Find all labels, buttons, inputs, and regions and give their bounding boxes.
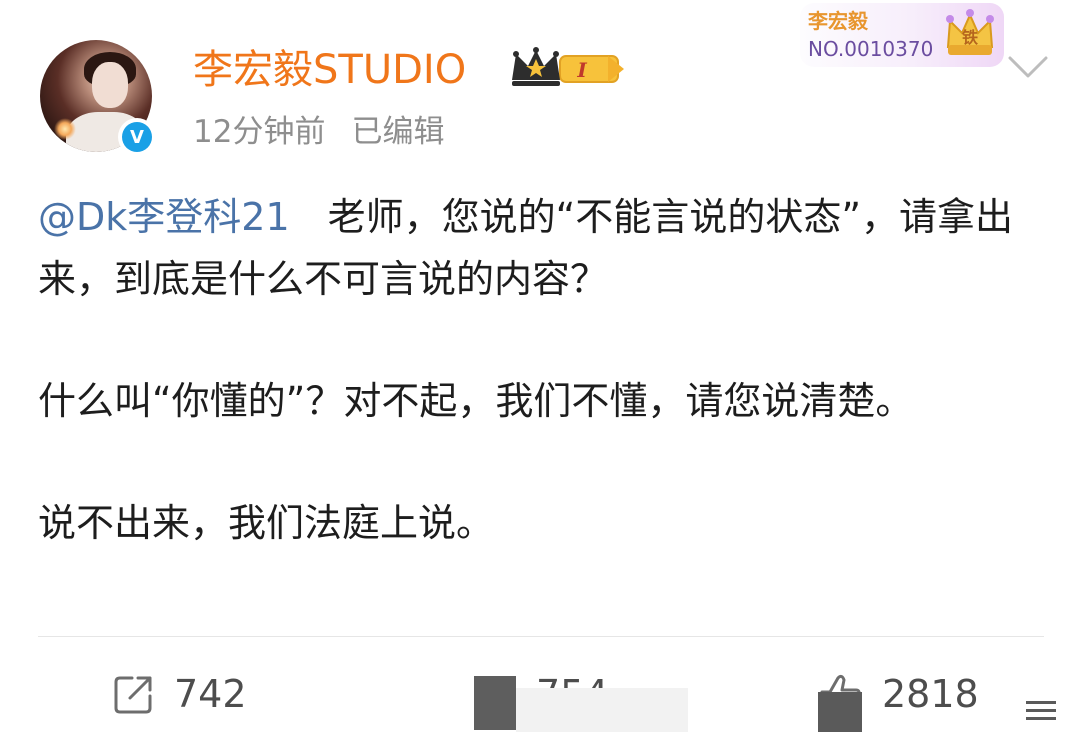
post-paragraph-1: @Dk李登科21 老师，您说的“不能言说的状态”，请拿出来，到底是什么不可言说的内…	[38, 186, 1048, 310]
chevron-down-icon[interactable]	[1006, 52, 1050, 82]
fan-card[interactable]: 李宏毅 NO.0010370 铁	[800, 3, 1004, 67]
avatar-sparkler	[54, 118, 76, 140]
share-square-icon	[114, 676, 152, 714]
overlay-block	[474, 676, 516, 730]
vip-level-text: I	[576, 58, 587, 82]
overlay-bar	[516, 688, 688, 732]
vip-crown-icon[interactable]: I	[510, 46, 626, 90]
verified-icon: V	[122, 122, 152, 152]
edited-label[interactable]: 已编辑	[351, 114, 444, 150]
fan-badge-text: 铁	[962, 28, 978, 47]
avatar-face	[92, 62, 128, 108]
overlay-block-2	[818, 692, 862, 732]
fan-crown-icon: 铁	[946, 9, 994, 55]
menu-lines-icon[interactable]	[1024, 698, 1058, 724]
fan-card-name: 李宏毅	[808, 9, 868, 33]
like-count: 2818	[882, 672, 979, 716]
author-name[interactable]: 李宏毅STUDIO	[193, 42, 466, 98]
post-meta: 12分钟前 已编辑	[193, 110, 444, 154]
repost-count: 742	[174, 672, 247, 716]
post-paragraph-2: 什么叫“你懂的”？对不起，我们不懂，请您说清楚。	[38, 379, 914, 423]
post-time: 12分钟前	[193, 114, 326, 150]
mention-link[interactable]: @Dk李登科21	[38, 195, 290, 239]
verified-badge: V	[118, 118, 156, 156]
action-divider	[38, 636, 1044, 637]
post-paragraph-3: 说不出来，我们法庭上说。	[38, 501, 495, 545]
repost-button[interactable]: 742	[112, 664, 247, 724]
post-content: @Dk李登科21 老师，您说的“不能言说的状态”，请拿出来，到底是什么不可言说的内…	[38, 186, 1048, 554]
fan-card-number: NO.0010370	[808, 37, 934, 61]
